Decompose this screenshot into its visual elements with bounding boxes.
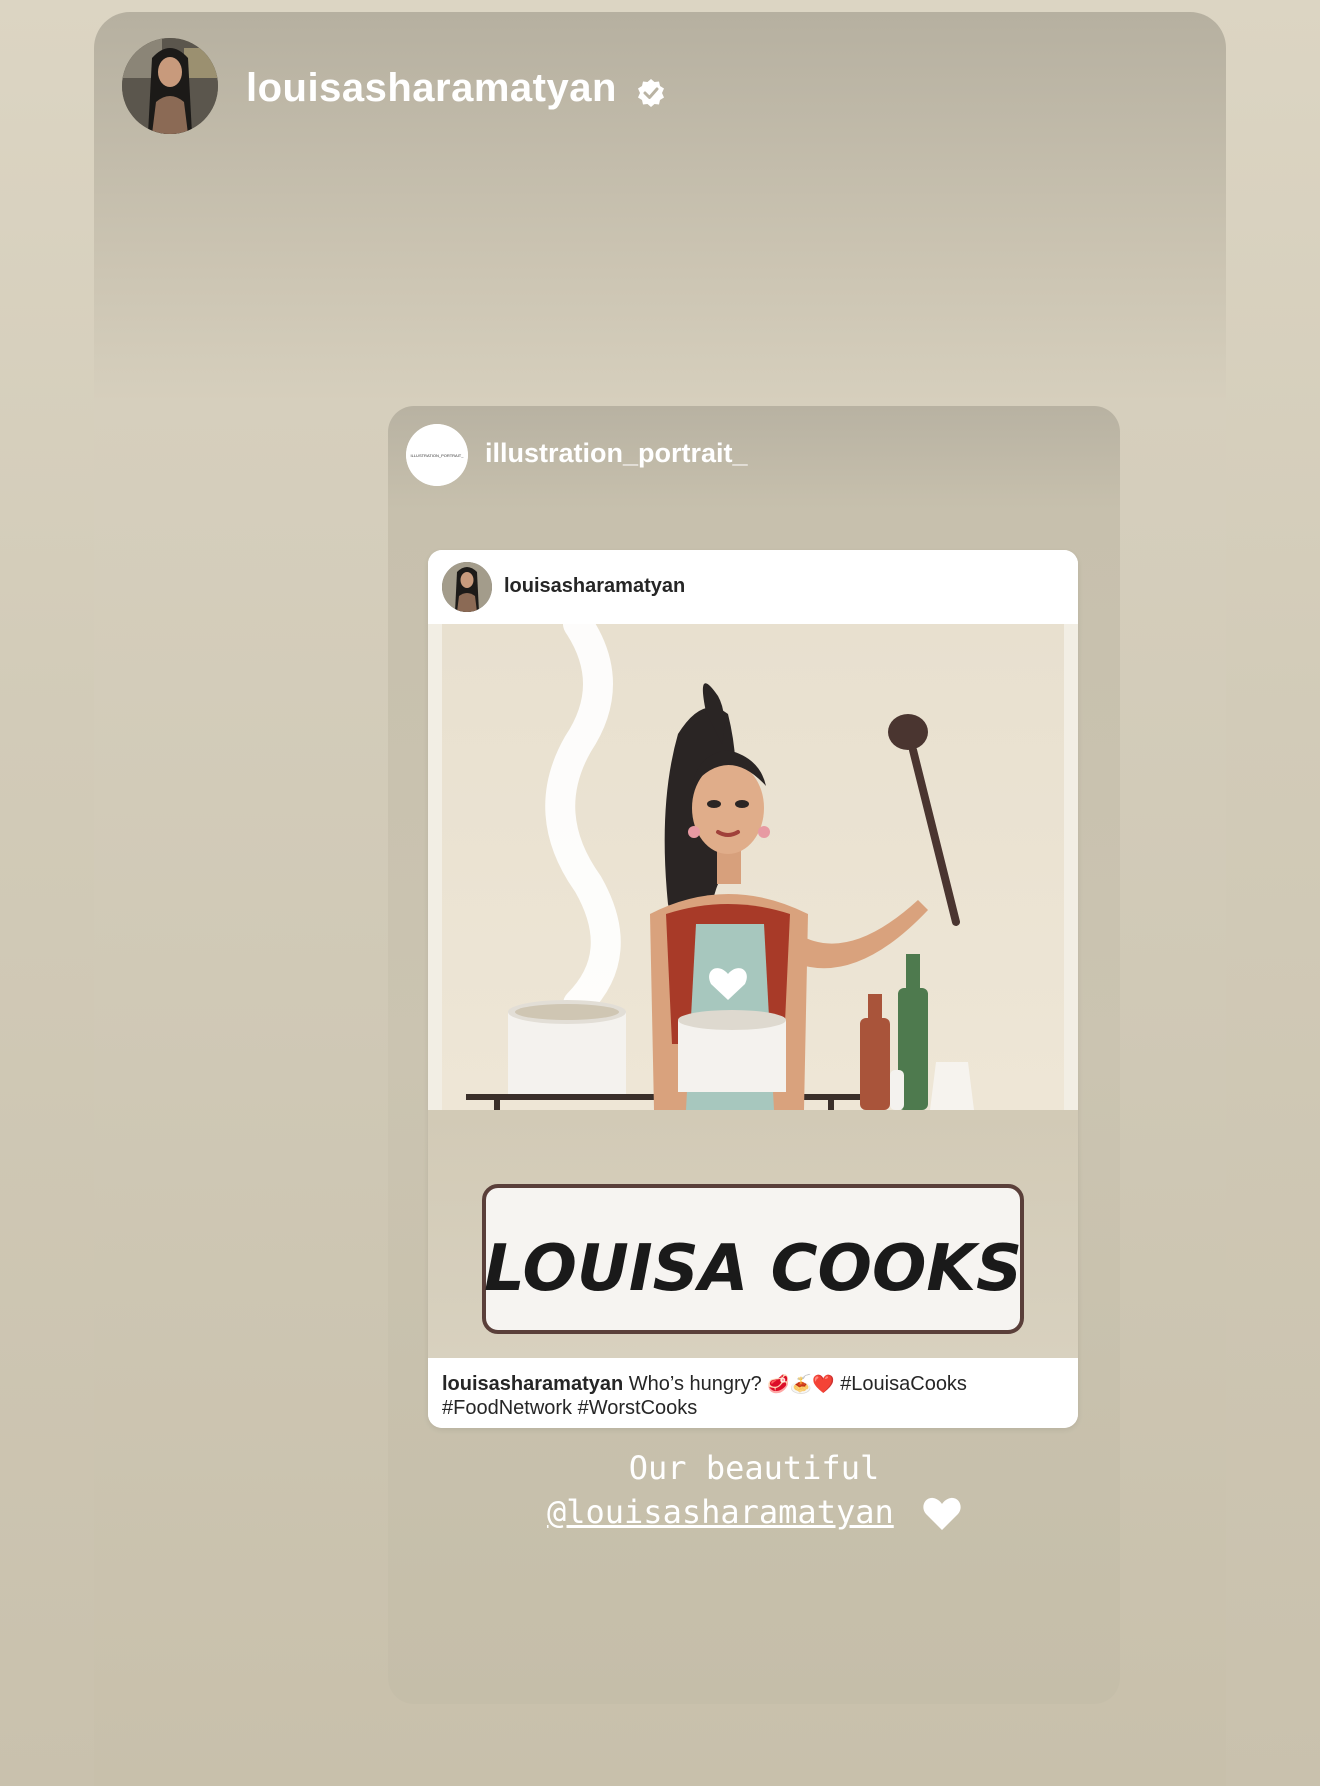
shared-post-card[interactable]: ILLUSTRATION_PORTRAIT_ illustration_port… — [388, 406, 1120, 1704]
story-text-line1: Our beautiful — [628, 1449, 880, 1487]
louisa-cooks-sign: LOUISA COOKS — [484, 1232, 1022, 1306]
post-header: louisasharamatyan — [428, 550, 1078, 625]
avatar-photo — [442, 562, 492, 612]
post-username[interactable]: louisasharamatyan — [504, 575, 685, 598]
story-frame: louisasharamatyan ILLUSTRATION_PORTRAIT_… — [94, 12, 1226, 1786]
cooking-illustration: LOUISA COOKS — [428, 624, 1078, 1358]
avatar-photo — [122, 38, 218, 134]
story-mention[interactable]: @louisasharamatyan — [547, 1493, 894, 1531]
story-text-overlay: Our beautiful @louisasharamatyan — [388, 1446, 1120, 1534]
verified-badge-icon — [638, 79, 664, 107]
svg-text:ILLUSTRATION_PORTRAIT_: ILLUSTRATION_PORTRAIT_ — [411, 453, 465, 458]
caption-hashtags[interactable]: #FoodNetwork #WorstCooks — [442, 1397, 697, 1419]
embedded-post[interactable]: louisasharamatyan LOUISA COOKS louisasha… — [428, 550, 1078, 1428]
shared-post-username[interactable]: illustration_portrait_ — [485, 438, 748, 469]
post-avatar[interactable] — [442, 562, 492, 612]
caption-username[interactable]: louisasharamatyan — [442, 1373, 623, 1395]
shared-post-avatar[interactable]: ILLUSTRATION_PORTRAIT_ — [406, 424, 468, 486]
story-avatar[interactable] — [122, 38, 218, 134]
post-caption: louisasharamatyan Who’s hungry? 🥩🍝❤️ #Lo… — [428, 1358, 1078, 1428]
caption-hashtag-louisacooks[interactable]: #LouisaCooks — [840, 1373, 967, 1395]
caption-emojis: 🥩🍝❤️ — [767, 1374, 835, 1394]
story-username[interactable]: louisasharamatyan — [246, 66, 617, 111]
white-heart-icon — [923, 1497, 961, 1530]
caption-text: Who’s hungry? — [628, 1373, 762, 1395]
illustration-portrait-logo: ILLUSTRATION_PORTRAIT_ — [406, 424, 468, 486]
post-illustration: LOUISA COOKS — [428, 624, 1078, 1358]
